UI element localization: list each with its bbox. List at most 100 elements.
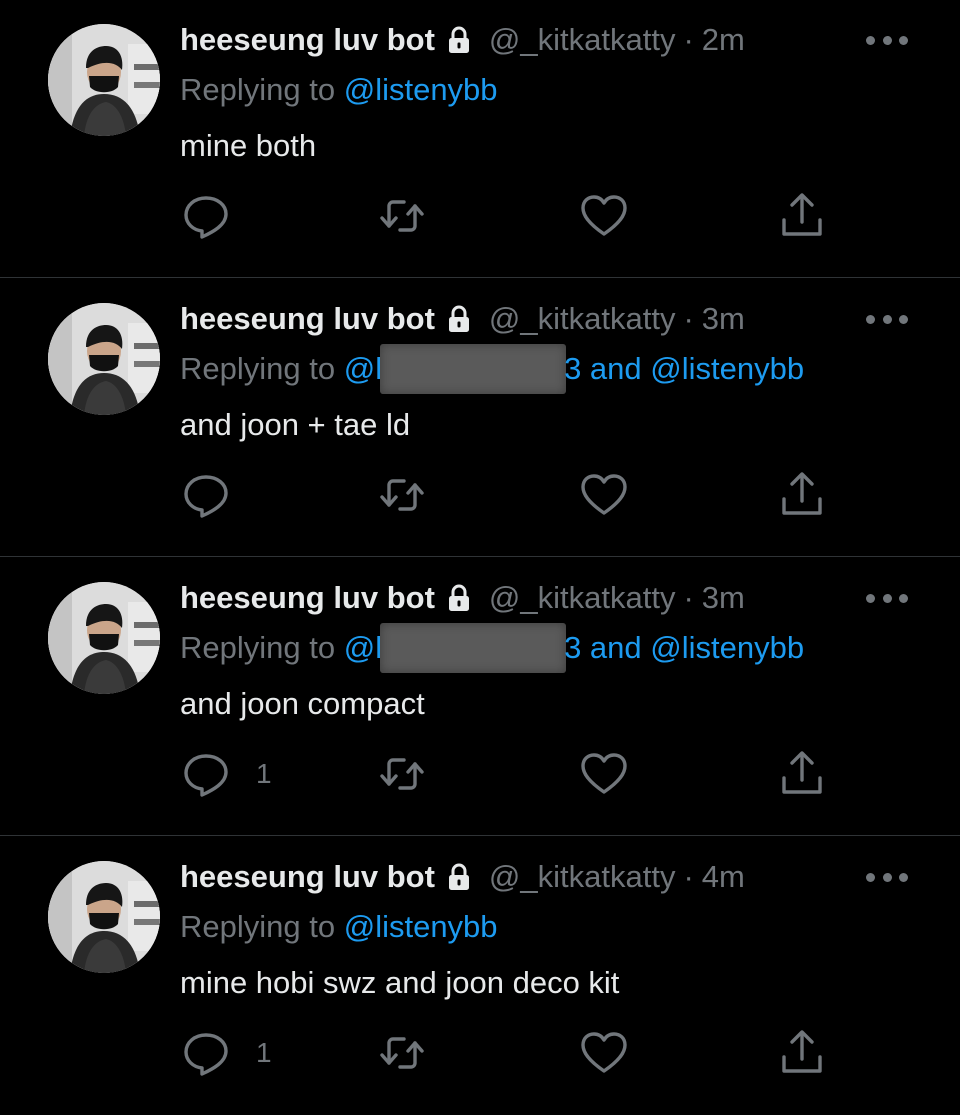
- tweet-header: heeseung luv bot @_kitkatkatty · 3m: [180, 297, 745, 341]
- display-name[interactable]: heeseung luv bot: [180, 859, 435, 895]
- retweet-button[interactable]: [376, 1027, 428, 1079]
- replying-to-line: Replying to @l 3 and @listenybb: [180, 344, 804, 394]
- avatar-photo: [48, 24, 160, 136]
- tweet-actions: [180, 469, 840, 521]
- user-handle[interactable]: @_kitkatkatty: [489, 580, 676, 616]
- share-icon: [776, 190, 828, 242]
- reply-bubble-icon: [180, 469, 232, 521]
- display-name[interactable]: heeseung luv bot: [180, 580, 435, 616]
- tweet-actions: 1: [180, 748, 840, 800]
- more-dot: [866, 593, 875, 603]
- avatar[interactable]: [48, 861, 160, 973]
- retweet-button[interactable]: [376, 190, 428, 242]
- mention-link[interactable]: @listenybb: [344, 72, 498, 108]
- retweet-button[interactable]: [376, 469, 428, 521]
- share-button[interactable]: [776, 748, 828, 800]
- retweet-icon: [376, 1027, 428, 1079]
- tweet-text: mine hobi swz and joon deco kit: [180, 965, 620, 1000]
- retweet-icon: [376, 748, 428, 800]
- more-options-button[interactable]: [866, 307, 908, 331]
- heart-icon: [578, 469, 630, 521]
- reply-bubble-icon: [180, 1027, 232, 1079]
- retweet-button[interactable]: [376, 748, 428, 800]
- mention-link-secondary[interactable]: 3 and @listenybb: [564, 351, 804, 387]
- heart-icon: [578, 190, 630, 242]
- user-handle[interactable]: @_kitkatkatty: [489, 301, 676, 337]
- more-dot: [899, 593, 908, 603]
- display-name[interactable]: heeseung luv bot: [180, 301, 435, 337]
- header-separator: ·: [683, 859, 694, 894]
- reply-button[interactable]: [180, 190, 232, 242]
- like-button[interactable]: [578, 748, 630, 800]
- tweet[interactable]: heeseung luv bot @_kitkatkatty · 3m Repl…: [0, 279, 960, 557]
- more-options-button[interactable]: [866, 586, 908, 610]
- lock-icon: [447, 863, 471, 891]
- timestamp[interactable]: 4m: [702, 859, 745, 895]
- lock-icon: [447, 305, 471, 333]
- user-handle[interactable]: @_kitkatkatty: [489, 22, 676, 58]
- more-dot: [882, 872, 892, 882]
- more-dot: [882, 314, 892, 324]
- tweet-actions: [180, 190, 840, 242]
- reply-count: 1: [256, 1037, 272, 1068]
- replying-to-label: Replying to: [180, 630, 336, 665]
- header-separator: ·: [683, 580, 694, 615]
- reply-button[interactable]: [180, 469, 232, 521]
- header-separator: ·: [683, 301, 694, 336]
- tweet[interactable]: heeseung luv bot @_kitkatkatty · 2m Repl…: [0, 0, 960, 278]
- replying-to-label: Replying to: [180, 72, 336, 107]
- retweet-icon: [376, 469, 428, 521]
- replying-to-line: Replying to @listenybb: [180, 68, 498, 112]
- avatar[interactable]: [48, 582, 160, 694]
- avatar-photo: [48, 303, 160, 415]
- share-icon: [776, 469, 828, 521]
- display-name[interactable]: heeseung luv bot: [180, 22, 435, 58]
- more-dot: [899, 314, 908, 324]
- lock-icon: [447, 584, 471, 612]
- like-button[interactable]: [578, 469, 630, 521]
- more-dot: [899, 872, 908, 882]
- tweet-header: heeseung luv bot @_kitkatkatty · 3m: [180, 576, 745, 620]
- tweet-header: heeseung luv bot @_kitkatkatty · 2m: [180, 18, 745, 62]
- like-button[interactable]: [578, 1027, 630, 1079]
- user-handle[interactable]: @_kitkatkatty: [489, 859, 676, 895]
- reply-button[interactable]: 1: [180, 1027, 272, 1079]
- reply-button[interactable]: 1: [180, 748, 272, 800]
- avatar-photo: [48, 582, 160, 694]
- avatar[interactable]: [48, 24, 160, 136]
- timestamp[interactable]: 3m: [702, 580, 745, 616]
- share-icon: [776, 1027, 828, 1079]
- more-dot: [882, 35, 892, 45]
- avatar[interactable]: [48, 303, 160, 415]
- more-options-button[interactable]: [866, 865, 908, 889]
- avatar-photo: [48, 861, 160, 973]
- more-dot: [866, 35, 875, 45]
- header-separator: ·: [683, 22, 694, 57]
- heart-icon: [578, 1027, 630, 1079]
- mention-link[interactable]: @listenybb: [344, 909, 498, 945]
- tweet[interactable]: heeseung luv bot @_kitkatkatty · 3m Repl…: [0, 558, 960, 836]
- tweet-actions: 1: [180, 1027, 840, 1079]
- reply-bubble-icon: [180, 748, 232, 800]
- replying-to-label: Replying to: [180, 909, 336, 944]
- more-dot: [866, 314, 875, 324]
- share-button[interactable]: [776, 190, 828, 242]
- share-button[interactable]: [776, 1027, 828, 1079]
- replying-to-label: Replying to: [180, 351, 336, 386]
- more-dot: [882, 593, 892, 603]
- more-dot: [899, 35, 908, 45]
- mention-link[interactable]: @l: [344, 630, 382, 666]
- more-options-button[interactable]: [866, 28, 908, 52]
- tweet-text: mine both: [180, 128, 317, 163]
- mention-link-secondary[interactable]: 3 and @listenybb: [564, 630, 804, 666]
- timestamp[interactable]: 3m: [702, 301, 745, 337]
- tweet[interactable]: heeseung luv bot @_kitkatkatty · 4m Repl…: [0, 837, 960, 1115]
- share-button[interactable]: [776, 469, 828, 521]
- timestamp[interactable]: 2m: [702, 22, 745, 58]
- replying-to-line: Replying to @listenybb: [180, 905, 498, 949]
- mention-link[interactable]: @l: [344, 351, 382, 387]
- lock-icon: [447, 26, 471, 54]
- share-icon: [776, 748, 828, 800]
- heart-icon: [578, 748, 630, 800]
- like-button[interactable]: [578, 190, 630, 242]
